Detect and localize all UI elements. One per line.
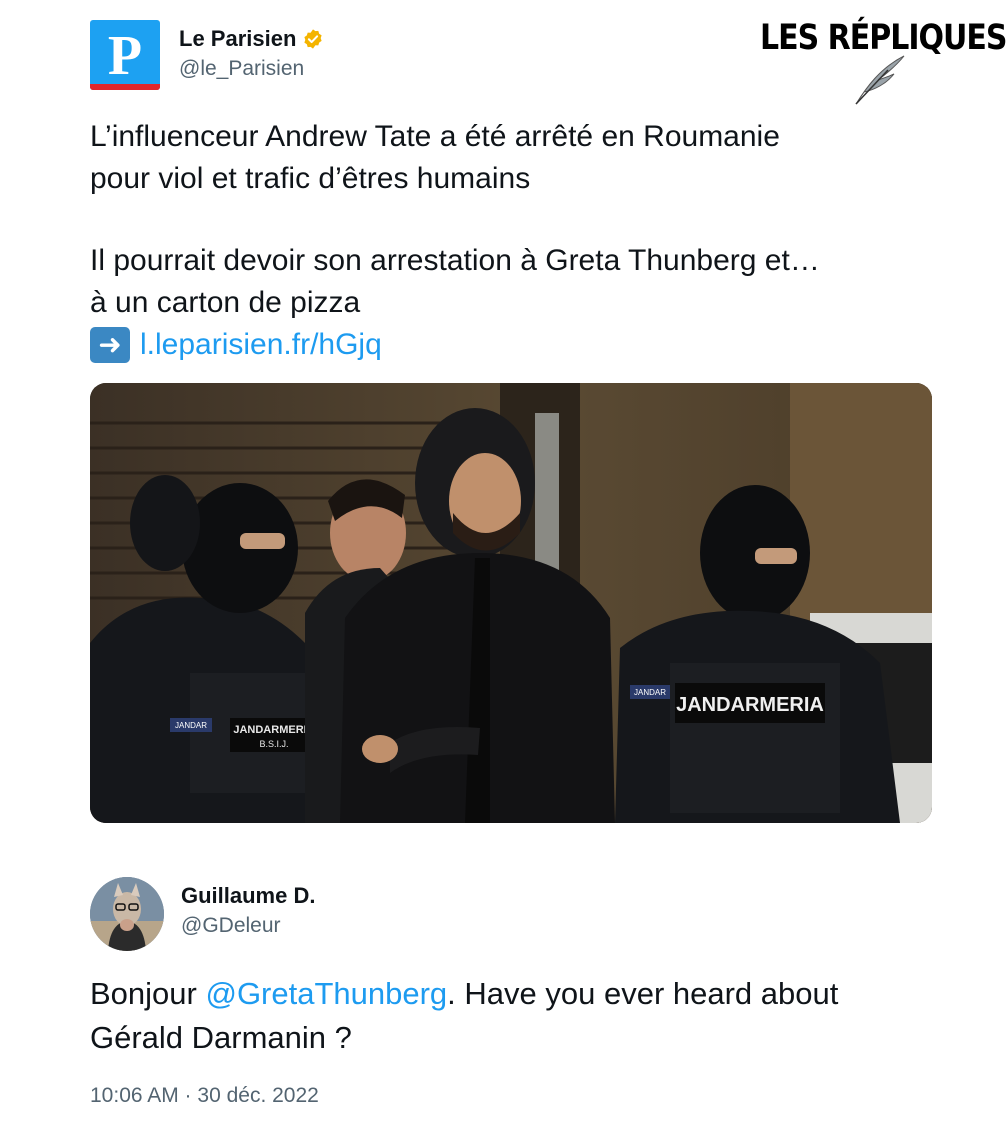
quill-icon (852, 54, 908, 106)
reply-body: Bonjour @GretaThunberg. Have you ever he… (90, 972, 970, 1060)
le-parisien-logo[interactable]: P (90, 20, 160, 90)
reply-line-2: Gérald Darmanin ? (90, 1020, 352, 1055)
reply-author-handle[interactable]: @GDeleur (181, 914, 281, 938)
logo-letter: P (107, 25, 143, 87)
tweet-line-3: Il pourrait devoir son arrestation à Gre… (90, 244, 820, 277)
arrow-right-icon: ➜ (90, 327, 130, 363)
vest-label-left: JANDARMERIA (233, 724, 314, 736)
tweet-line-4: à un carton de pizza (90, 286, 361, 319)
tweet-photo[interactable]: JANDARMERIA B.S.I.J. JANDAR JANDARMERIA … (90, 383, 932, 823)
tweet-line-1: L’influenceur Andrew Tate a été arrêté e… (90, 120, 780, 153)
watermark-les-repliques: LES RÉPLIQUES (760, 18, 1007, 59)
reply-text-after: . Have you ever heard about (447, 976, 839, 1011)
tweet-body: L’influenceur Andrew Tate a été arrêté e… (90, 116, 950, 366)
vest-sub-left: B.S.I.J. (259, 739, 288, 749)
tweet-line-2: pour viol et trafic d’êtres humains (90, 162, 531, 195)
reply-avatar[interactable] (90, 877, 164, 951)
timestamp[interactable]: 10:06 AM · 30 déc. 2022 (90, 1084, 319, 1108)
patch-left: JANDAR (175, 721, 207, 730)
tweet-link[interactable]: l.leparisien.fr/hGjq (140, 324, 382, 366)
reply-mention-link[interactable]: @GretaThunberg (205, 976, 447, 1011)
reply-line-1: Bonjour @GretaThunberg. Have you ever he… (90, 972, 970, 1016)
author-name-row[interactable]: Le Parisien (179, 26, 324, 52)
reply-text-before: Bonjour (90, 976, 206, 1011)
reply-author-name[interactable]: Guillaume D. (181, 883, 315, 909)
patch-right: JANDAR (634, 688, 666, 697)
verified-badge-icon (302, 28, 324, 50)
author-handle[interactable]: @le_Parisien (179, 57, 304, 81)
logo-stripe (90, 84, 160, 90)
author-name[interactable]: Le Parisien (179, 26, 296, 52)
tweet-link-row: ➜ l.leparisien.fr/hGjq (90, 324, 950, 366)
vest-label-right: JANDARMERIA (676, 694, 824, 716)
